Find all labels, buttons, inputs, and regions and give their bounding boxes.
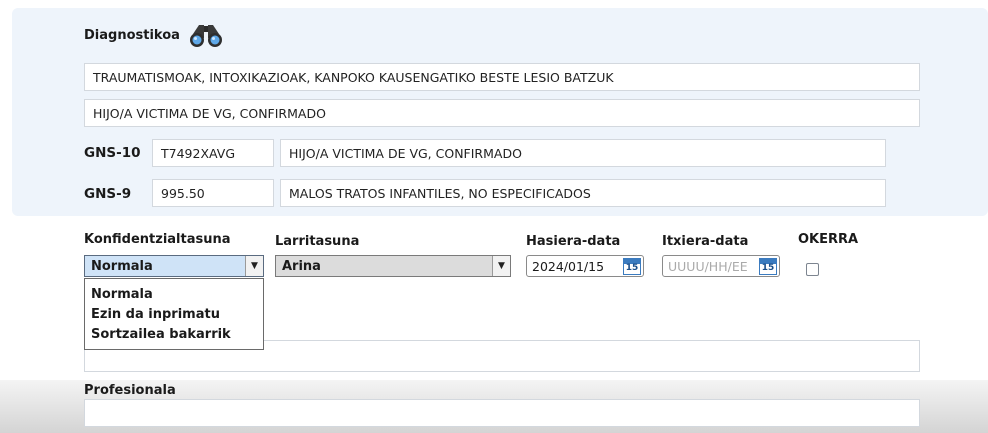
end-date-placeholder: UUUU/HH/EE [668, 258, 748, 274]
gns9-label: GNS-9 [84, 186, 132, 202]
professional-label: Profesionala [84, 383, 176, 398]
confidentiality-option[interactable]: Normala [85, 284, 263, 304]
confidentiality-label: Konfidentzialtasuna [84, 232, 231, 247]
calendar-icon[interactable]: 15 [759, 258, 777, 275]
gns10-label: GNS-10 [84, 145, 141, 161]
calendar-day: 15 [625, 263, 639, 273]
confidentiality-dropdown: Normala Ezin da inprimatu Sortzailea bak… [84, 278, 264, 350]
calendar-day: 15 [761, 263, 775, 273]
end-date-label: Itxiera-data [662, 234, 749, 249]
severity-select[interactable]: Arina ▼ [275, 255, 511, 277]
confidentiality-select[interactable]: Normala ▼ [84, 255, 264, 277]
diagnosis-title: Diagnostikoa [84, 22, 224, 48]
start-date-label: Hasiera-data [526, 234, 621, 249]
confidentiality-selected-value: Normala [91, 258, 153, 274]
gns10-description-field[interactable]: HIJO/A VICTIMA DE VG, CONFIRMADO [280, 139, 886, 167]
diagnosis-description-field[interactable]: HIJO/A VICTIMA DE VG, CONFIRMADO [84, 99, 920, 127]
error-checkbox[interactable] [806, 263, 819, 276]
diagnosis-title-text: Diagnostikoa [84, 27, 180, 43]
severity-selected-value: Arina [282, 258, 321, 274]
calendar-icon[interactable]: 15 [623, 258, 641, 275]
gns9-description-field[interactable]: MALOS TRATOS INFANTILES, NO ESPECIFICADO… [280, 179, 886, 207]
start-date-field[interactable]: 2024/01/15 15 [526, 255, 644, 277]
end-date-field[interactable]: UUUU/HH/EE 15 [662, 255, 780, 277]
confidentiality-option[interactable]: Sortzailea bakarrik [85, 324, 263, 344]
chevron-down-icon[interactable]: ▼ [492, 256, 510, 276]
gns10-code-field[interactable]: T7492XAVG [152, 139, 274, 167]
professional-field[interactable] [84, 399, 920, 427]
gns9-code-field[interactable]: 995.50 [152, 179, 274, 207]
error-label: OKERRA [798, 232, 859, 247]
severity-label: Larritasuna [275, 234, 360, 249]
diagnosis-category-field[interactable]: TRAUMATISMOAK, INTOXIKAZIOAK, KANPOKO KA… [84, 63, 920, 91]
chevron-down-icon[interactable]: ▼ [245, 256, 263, 276]
binoculars-icon[interactable] [188, 22, 224, 48]
start-date-value: 2024/01/15 [532, 258, 605, 274]
confidentiality-option[interactable]: Ezin da inprimatu [85, 304, 263, 324]
